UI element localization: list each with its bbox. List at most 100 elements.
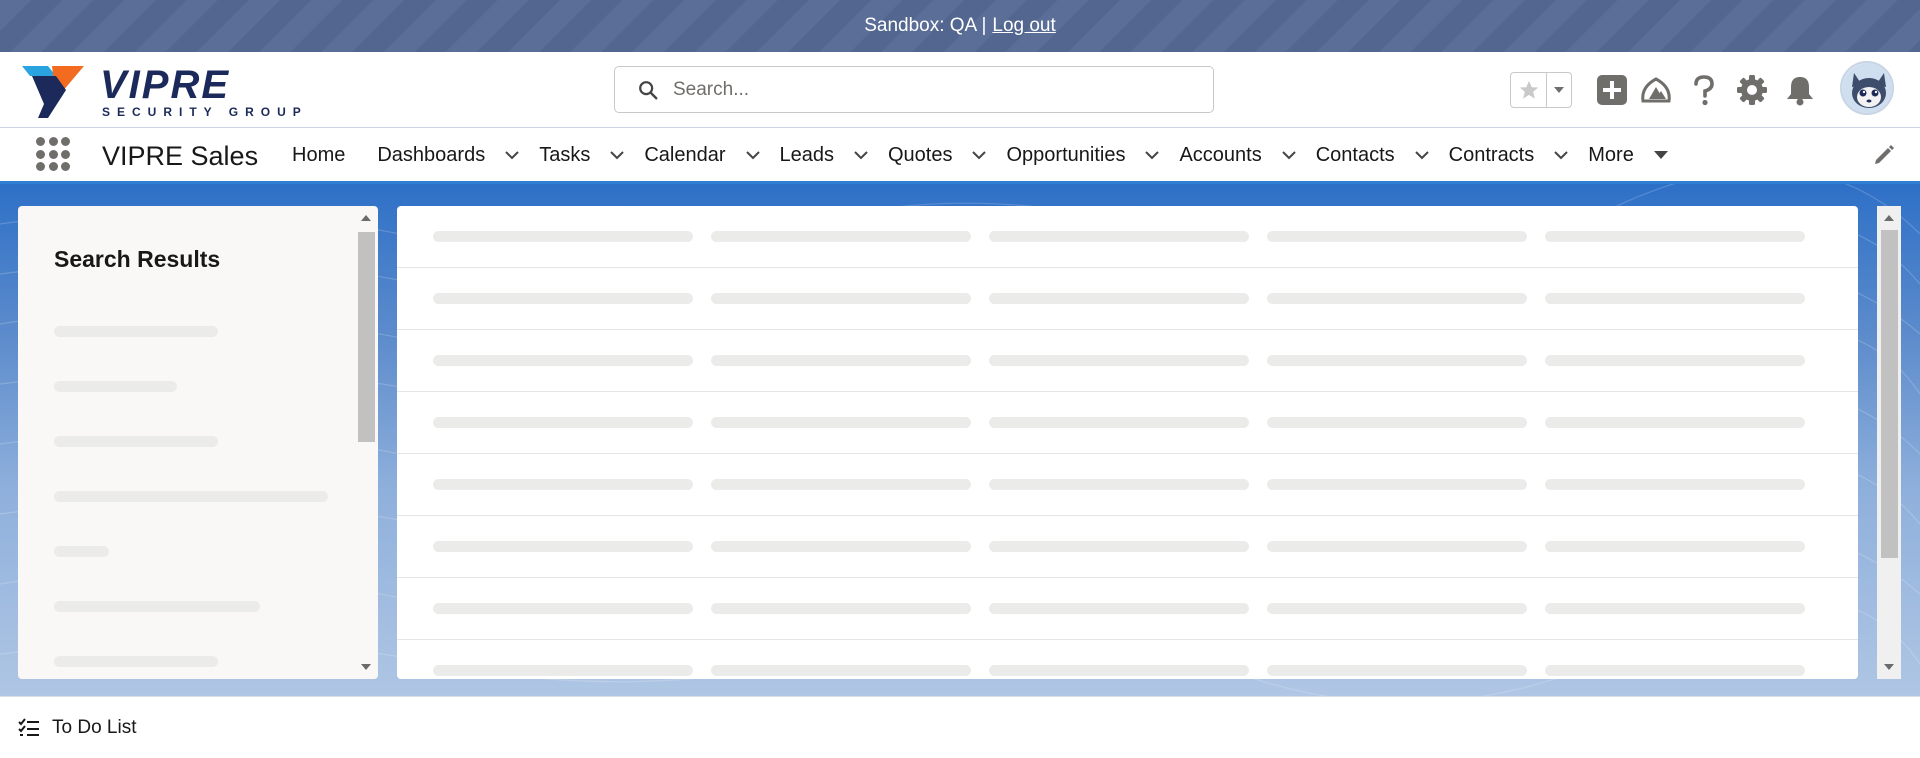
nav-item-label: Contracts bbox=[1448, 143, 1535, 166]
app-launcher-dot-icon bbox=[61, 137, 70, 146]
logout-link[interactable]: Log out bbox=[992, 15, 1055, 37]
app-launcher-dot-icon bbox=[36, 162, 45, 171]
app-launcher-dot-icon bbox=[48, 162, 58, 171]
chevron-down-icon[interactable] bbox=[852, 146, 870, 164]
setup-gear-icon bbox=[1737, 75, 1767, 105]
nav-item-contracts[interactable]: Contracts bbox=[1449, 129, 1571, 181]
table-row bbox=[397, 640, 1858, 679]
caret-down-icon[interactable] bbox=[1652, 146, 1670, 164]
loading-cell-placeholder bbox=[711, 231, 971, 242]
chevron-down-icon[interactable] bbox=[503, 146, 521, 164]
chevron-down-icon[interactable] bbox=[744, 146, 762, 164]
chevron-down-icon[interactable] bbox=[1143, 146, 1161, 164]
favorites-group[interactable] bbox=[1510, 72, 1572, 108]
nav-item-home[interactable]: Home bbox=[292, 129, 345, 181]
chevron-down-icon[interactable] bbox=[1413, 146, 1431, 164]
vipre-logo[interactable]: VIPRE SECURITY GROUP bbox=[22, 62, 327, 120]
nav-item-calendar[interactable]: Calendar bbox=[644, 129, 761, 181]
table-row bbox=[397, 330, 1858, 392]
nav-item-opportunities[interactable]: Opportunities bbox=[1006, 129, 1161, 181]
nav-item-label: Quotes bbox=[888, 143, 953, 166]
search-results-scrollbar[interactable] bbox=[352, 206, 376, 679]
loading-cell-placeholder bbox=[433, 417, 693, 428]
page-scrollbar[interactable] bbox=[1877, 206, 1901, 679]
nav-item-dashboards[interactable]: Dashboards bbox=[377, 129, 521, 181]
app-launcher-dot-icon bbox=[48, 149, 58, 159]
nav-item-leads[interactable]: Leads bbox=[780, 129, 871, 181]
scrollbar-thumb[interactable] bbox=[358, 232, 375, 442]
loading-cell-placeholder bbox=[1267, 603, 1527, 614]
loading-cell-placeholder bbox=[433, 541, 693, 552]
nav-item-label: Accounts bbox=[1179, 143, 1262, 166]
loading-cell-placeholder bbox=[1545, 541, 1805, 552]
nav-item-accounts[interactable]: Accounts bbox=[1179, 129, 1297, 181]
global-search-box[interactable] bbox=[614, 66, 1214, 113]
nav-item-label: Dashboards bbox=[377, 143, 486, 166]
chevron-down-icon[interactable] bbox=[970, 146, 988, 164]
loading-cell-placeholder bbox=[989, 417, 1249, 428]
table-row bbox=[397, 578, 1858, 640]
loading-cell-placeholder bbox=[433, 231, 693, 242]
loading-cell-placeholder bbox=[989, 231, 1249, 242]
logo-wordmark: VIPRE bbox=[100, 63, 230, 107]
global-actions-plus-icon bbox=[1597, 75, 1627, 105]
loading-cell-placeholder bbox=[1545, 355, 1805, 366]
app-launcher-button[interactable] bbox=[36, 137, 70, 171]
app-launcher-dot-icon bbox=[36, 149, 45, 159]
favorites-menu-button[interactable] bbox=[1547, 73, 1571, 107]
scroll-down-arrow-icon[interactable] bbox=[360, 661, 372, 673]
loading-cell-placeholder bbox=[1267, 293, 1527, 304]
chevron-down-icon[interactable] bbox=[1552, 146, 1570, 164]
loading-cell-placeholder bbox=[1545, 479, 1805, 490]
table-row bbox=[397, 516, 1858, 578]
scroll-down-arrow-icon[interactable] bbox=[1883, 661, 1895, 673]
trailhead-icon bbox=[1641, 77, 1671, 103]
nav-item-label: Contacts bbox=[1315, 143, 1395, 166]
scroll-up-arrow-icon[interactable] bbox=[360, 212, 372, 224]
favorites-caret-icon bbox=[1554, 87, 1564, 93]
nav-item-contacts[interactable]: Contacts bbox=[1316, 129, 1431, 181]
nav-item-quotes[interactable]: Quotes bbox=[888, 129, 988, 181]
todo-list-label: To Do List bbox=[52, 717, 137, 738]
loading-cell-placeholder bbox=[1267, 665, 1527, 676]
nav-item-more[interactable]: More bbox=[1588, 129, 1670, 181]
nav-item-label: Calendar bbox=[644, 143, 726, 166]
loading-cell-placeholder bbox=[1267, 479, 1527, 490]
app-launcher-dot-icon bbox=[61, 162, 70, 171]
chevron-down-icon[interactable] bbox=[608, 146, 626, 164]
todo-list-button[interactable]: To Do List bbox=[18, 717, 136, 739]
scrollbar-thumb[interactable] bbox=[1881, 230, 1898, 558]
table-row bbox=[397, 268, 1858, 330]
global-actions-button[interactable] bbox=[1592, 70, 1632, 110]
chevron-down-icon[interactable] bbox=[1280, 146, 1298, 164]
loading-cell-placeholder bbox=[1545, 293, 1805, 304]
loading-cell-placeholder bbox=[433, 479, 693, 490]
loading-placeholder bbox=[54, 326, 218, 337]
loading-cell-placeholder bbox=[1267, 541, 1527, 552]
user-avatar[interactable] bbox=[1840, 61, 1894, 115]
global-search-input[interactable] bbox=[673, 78, 1193, 101]
notifications-button[interactable] bbox=[1780, 70, 1820, 110]
trailhead-button[interactable] bbox=[1636, 70, 1676, 110]
nav-item-label: More bbox=[1588, 143, 1634, 166]
favorite-star-button[interactable] bbox=[1511, 73, 1547, 107]
loading-cell-placeholder bbox=[711, 479, 971, 490]
loading-cell-placeholder bbox=[989, 479, 1249, 490]
search-results-panel: Search Results bbox=[18, 206, 378, 679]
nav-items: Home Dashboards Tasks Calendar Leads Quo… bbox=[292, 129, 1688, 181]
loading-cell-placeholder bbox=[989, 541, 1249, 552]
loading-placeholder bbox=[54, 491, 328, 502]
loading-cell-placeholder bbox=[711, 603, 971, 614]
loading-cell-placeholder bbox=[433, 293, 693, 304]
utility-bar: To Do List bbox=[0, 696, 1920, 758]
edit-nav-pencil-icon[interactable] bbox=[1872, 143, 1896, 167]
help-button[interactable] bbox=[1684, 70, 1724, 110]
loading-cell-placeholder bbox=[1545, 231, 1805, 242]
help-icon bbox=[1694, 75, 1714, 106]
setup-button[interactable] bbox=[1732, 70, 1772, 110]
loading-placeholder bbox=[54, 656, 218, 667]
global-header: VIPRE SECURITY GROUP bbox=[0, 52, 1920, 128]
nav-item-tasks[interactable]: Tasks bbox=[539, 129, 626, 181]
loading-placeholder bbox=[54, 546, 109, 557]
scroll-up-arrow-icon[interactable] bbox=[1883, 212, 1895, 224]
